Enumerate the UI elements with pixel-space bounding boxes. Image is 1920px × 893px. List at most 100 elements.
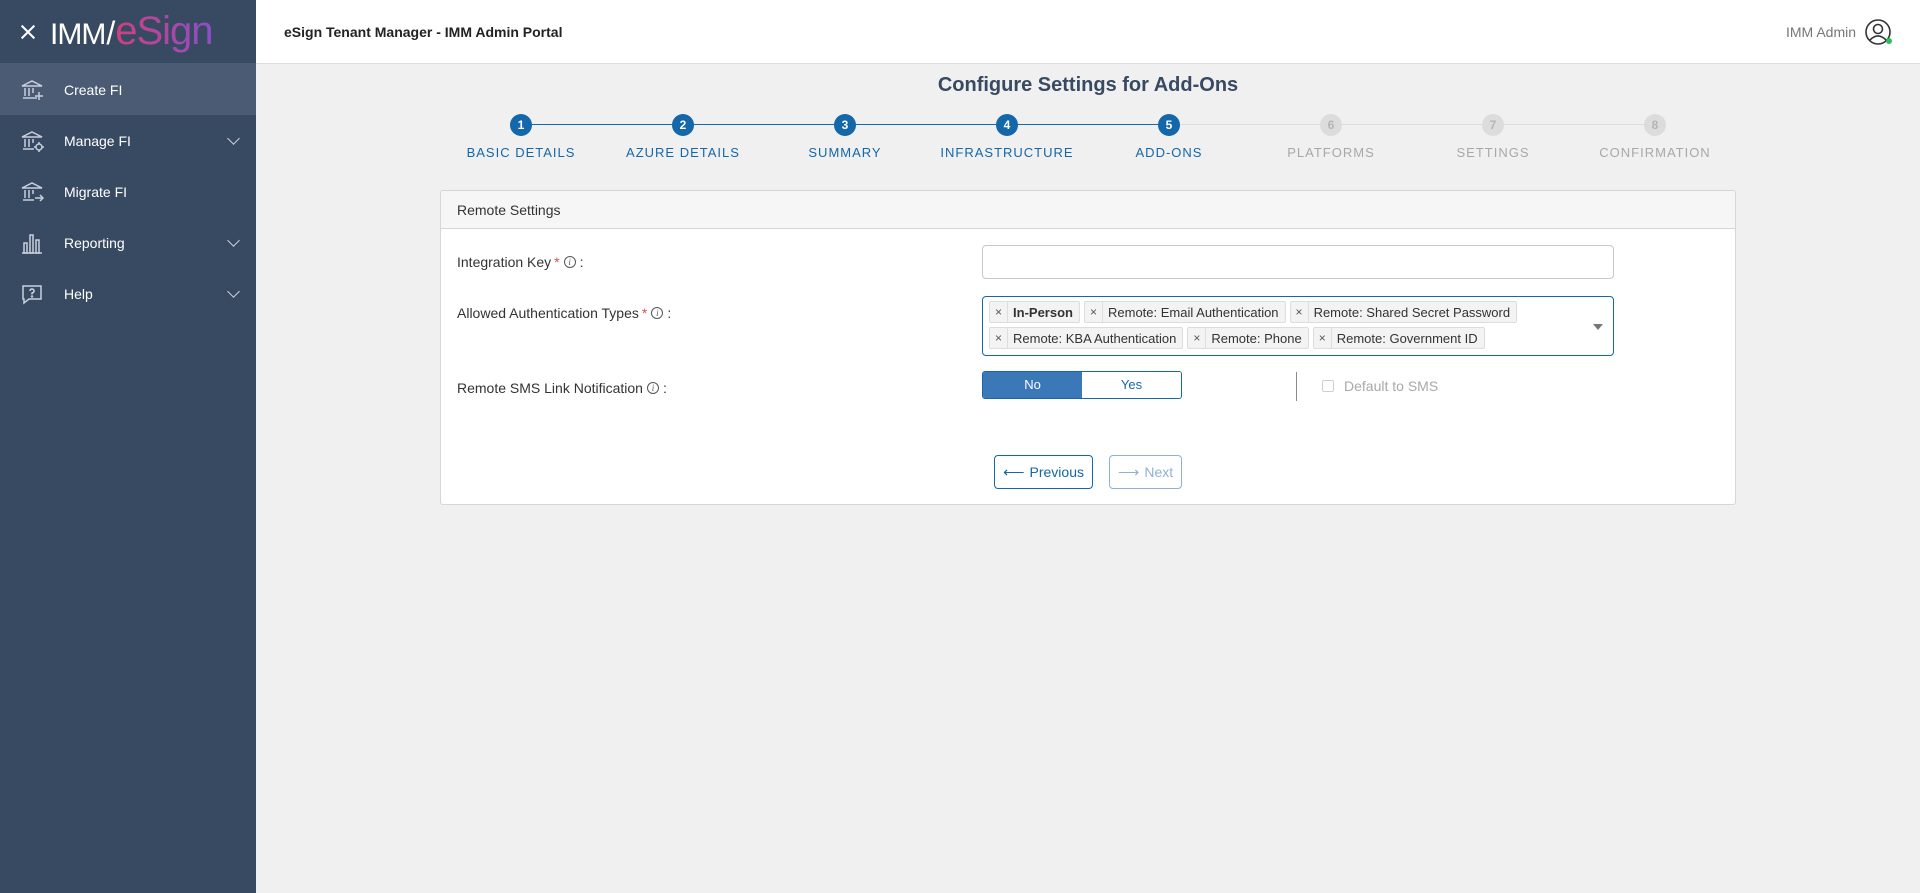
label-colon: :	[667, 305, 672, 321]
info-icon[interactable]: i	[651, 307, 664, 319]
chevron-down-icon	[227, 285, 240, 298]
arrow-left-icon: ⟵	[1003, 464, 1025, 481]
chip-remove-icon[interactable]: ×	[1085, 302, 1103, 322]
previous-button[interactable]: ⟵ Previous	[994, 455, 1093, 489]
step-number: 6	[1320, 114, 1342, 136]
chip-remove-icon[interactable]: ×	[1314, 328, 1332, 348]
selected-chip: × Remote: Shared Secret Password	[1289, 301, 1518, 323]
bank-plus-icon	[20, 78, 44, 102]
user-name: IMM Admin	[1785, 23, 1856, 40]
selected-chip: × Remote: KBA Authentication	[989, 327, 1184, 349]
default-to-sms-checkbox[interactable]	[1322, 380, 1334, 392]
selected-chip: × Remote: Email Authentication	[1083, 301, 1286, 323]
step-number: 5	[1158, 114, 1180, 136]
chip-label: Remote: KBA Authentication	[1013, 330, 1177, 346]
chip-label: Remote: Government ID	[1336, 330, 1478, 346]
top-header: eSign Tenant Manager - IMM Admin Portal …	[256, 0, 1920, 64]
portal-title: eSign Tenant Manager - IMM Admin Portal	[284, 23, 563, 40]
page-title: Configure Settings for Add-Ons	[937, 74, 1239, 96]
step-1[interactable]: 1 BASIC DETAILS	[440, 114, 602, 160]
caret-down-icon[interactable]	[1593, 324, 1603, 330]
step-2[interactable]: 2 AZURE DETAILS	[602, 114, 764, 160]
info-icon[interactable]: i	[646, 382, 659, 394]
label-colon: :	[662, 380, 667, 396]
info-icon[interactable]: i	[563, 256, 576, 268]
selected-chip: × In-Person	[989, 301, 1080, 323]
help-bubble-icon	[20, 282, 44, 306]
chevron-down-icon	[227, 132, 240, 145]
step-3[interactable]: 3 SUMMARY	[764, 114, 926, 160]
wizard-stepper: 1 BASIC DETAILS 2 AZURE DETAILS 3 SUMMARY 4 INF…	[440, 114, 1736, 174]
online-status-dot	[1886, 37, 1892, 44]
sms-notification-label: Remote SMS Link Notification i :	[457, 380, 667, 396]
bank-gear-icon	[20, 129, 44, 153]
chevron-down-icon	[227, 234, 240, 247]
divider	[1296, 372, 1297, 401]
user-menu[interactable]: IMM Admin	[1786, 18, 1892, 46]
sidebar-item-label: Migrate FI	[64, 183, 128, 200]
user-avatar-icon[interactable]	[1864, 18, 1892, 46]
sidebar-item-label: Create FI	[64, 81, 123, 98]
step-number: 4	[996, 114, 1018, 136]
sidebar-item-reporting[interactable]: Reporting	[0, 217, 256, 268]
step-5[interactable]: 5 ADD-ONS	[1088, 114, 1250, 160]
step-number: 1	[510, 114, 532, 136]
previous-button-label: Previous	[1029, 464, 1084, 480]
bank-arrow-icon	[20, 180, 44, 204]
panel-title: Remote Settings	[441, 191, 1735, 229]
default-to-sms-label: Default to SMS	[1344, 378, 1439, 394]
step-label: CONFIRMATION	[1599, 145, 1711, 160]
step-label: PLATFORMS	[1287, 145, 1375, 160]
auth-types-label-text: Allowed Authentication Types	[457, 305, 639, 321]
chip-remove-icon[interactable]: ×	[1291, 302, 1309, 322]
step-number: 2	[672, 114, 694, 136]
sms-notification-label-text: Remote SMS Link Notification	[457, 380, 643, 396]
step-label: AZURE DETAILS	[626, 145, 740, 160]
label-colon: :	[579, 254, 584, 270]
logo-esign: eSign	[115, 9, 213, 53]
chip-remove-icon[interactable]: ×	[1188, 328, 1207, 348]
step-label: ADD-ONS	[1135, 145, 1203, 160]
step-7: 7 SETTINGS	[1412, 114, 1574, 160]
chip-remove-icon[interactable]: ×	[990, 328, 1009, 348]
sidebar-item-manage-fi[interactable]: Manage FI	[0, 115, 256, 166]
toggle-no-button[interactable]: No	[983, 372, 1082, 398]
logo-slash: /	[106, 15, 115, 51]
chip-label: In-Person	[1013, 304, 1073, 320]
sidebar-item-label: Reporting	[64, 234, 125, 251]
chip-remove-icon[interactable]: ×	[990, 302, 1009, 322]
step-number: 7	[1482, 114, 1504, 136]
required-mark: *	[554, 254, 560, 270]
sidebar: IMM / eSign Create FI Manage FI Migrate …	[0, 0, 256, 893]
sidebar-item-label: Manage FI	[64, 132, 131, 149]
step-8: 8 CONFIRMATION	[1574, 114, 1736, 160]
selected-chip: × Remote: Government ID	[1312, 327, 1485, 349]
next-button[interactable]: ⟶ Next	[1109, 455, 1182, 489]
required-mark: *	[641, 305, 648, 321]
step-label: INFRASTRUCTURE	[940, 145, 1074, 160]
sidebar-item-help[interactable]: Help	[0, 268, 256, 319]
integration-key-input[interactable]	[982, 245, 1614, 279]
auth-types-multiselect[interactable]: × In-Person × Remote: Email Authentication ×…	[982, 296, 1614, 356]
sidebar-item-create-fi[interactable]: Create FI	[0, 64, 256, 115]
logo: IMM / eSign	[50, 9, 214, 54]
sidebar-item-label: Help	[64, 285, 93, 302]
step-number: 8	[1644, 114, 1666, 136]
integration-key-label: Integration Key * i :	[457, 254, 584, 270]
integration-key-label-text: Integration Key	[457, 254, 552, 270]
step-label: BASIC DETAILS	[466, 145, 576, 160]
default-to-sms-option: Default to SMS	[1322, 378, 1438, 394]
step-6: 6 PLATFORMS	[1250, 114, 1412, 160]
chip-label: Remote: Email Authentication	[1108, 304, 1279, 320]
step-4[interactable]: 4 INFRASTRUCTURE	[926, 114, 1088, 160]
sidebar-item-migrate-fi[interactable]: Migrate FI	[0, 166, 256, 217]
chip-label: Remote: Phone	[1211, 330, 1302, 346]
selected-chip: × Remote: Phone	[1187, 327, 1309, 349]
logo-imm: IMM	[50, 18, 106, 51]
sidebar-header: IMM / eSign	[0, 0, 256, 64]
step-number: 3	[834, 114, 856, 136]
auth-types-label: Allowed Authentication Types * i :	[457, 305, 671, 321]
toggle-yes-button[interactable]: Yes	[1082, 372, 1181, 398]
close-icon[interactable]	[20, 24, 36, 40]
next-button-label: Next	[1144, 464, 1174, 480]
